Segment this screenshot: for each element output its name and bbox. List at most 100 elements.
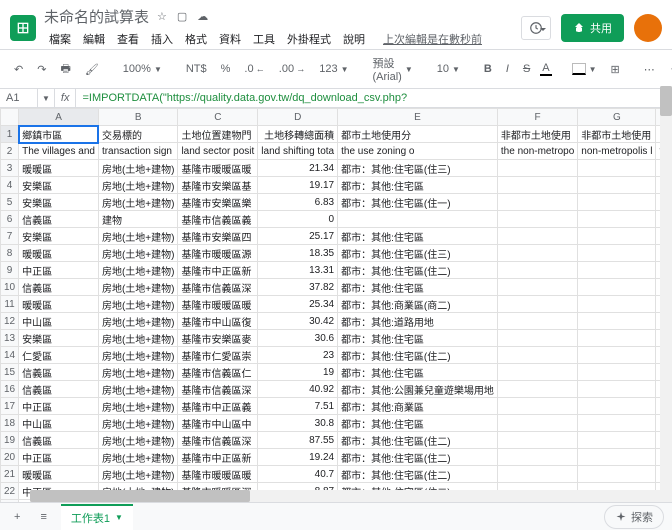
cell[interactable]: 安樂區 (19, 194, 99, 211)
more-toolbar-button[interactable]: ⋯ (640, 61, 659, 78)
cell[interactable]: 6.83 (258, 194, 338, 211)
cell[interactable] (578, 211, 656, 228)
cell[interactable]: 基隆市暖暖區暖 (178, 466, 258, 483)
cell[interactable] (497, 279, 577, 296)
share-button[interactable]: 共用 (561, 14, 624, 42)
row-header[interactable]: 17 (1, 398, 19, 415)
cell[interactable] (578, 381, 656, 398)
cell[interactable]: 40.7 (258, 466, 338, 483)
row-header[interactable]: 11 (1, 296, 19, 313)
currency-button[interactable]: NT$ (182, 61, 211, 77)
cell[interactable]: 中正區 (19, 262, 99, 279)
sheet-tab-menu-icon[interactable]: ▼ (115, 513, 123, 522)
cell[interactable]: 25.17 (258, 228, 338, 245)
cell[interactable]: The villages and (19, 143, 99, 160)
cell[interactable]: 暖暖區 (19, 160, 99, 177)
cell[interactable]: 房地(土地+建物) (98, 330, 178, 347)
row-header[interactable]: 13 (1, 330, 19, 347)
explore-button[interactable]: 探索 (604, 505, 664, 529)
cell[interactable]: 37.82 (258, 279, 338, 296)
font-select[interactable]: 預設 (Arial)▼ (369, 53, 417, 85)
row-header[interactable]: 6 (1, 211, 19, 228)
cell[interactable]: 0 (258, 211, 338, 228)
cell[interactable]: 都市：其他:住宅區 (338, 228, 498, 245)
cell[interactable] (578, 347, 656, 364)
add-sheet-button[interactable]: + (8, 509, 26, 525)
column-header-C[interactable]: C (178, 109, 258, 126)
cell[interactable] (578, 449, 656, 466)
cell[interactable]: 都市：其他:住宅區(住二) (338, 347, 498, 364)
row-header[interactable]: 12 (1, 313, 19, 330)
cell[interactable]: 基隆市信義區深 (178, 381, 258, 398)
borders-button[interactable]: ⊞ (607, 61, 624, 78)
more-formats-button[interactable]: 123▼ (315, 61, 352, 77)
cell[interactable]: 都市：其他:住宅區(住二) (338, 262, 498, 279)
bold-button[interactable]: B (480, 61, 496, 77)
cell[interactable]: 87.55 (258, 432, 338, 449)
cell[interactable] (578, 432, 656, 449)
cell[interactable]: 都市：其他:公園兼兒童遊樂場用地 (338, 381, 498, 398)
cell[interactable]: 仁愛區 (19, 347, 99, 364)
cell[interactable]: 信義區 (19, 279, 99, 296)
cell[interactable] (497, 296, 577, 313)
cell[interactable]: 30.8 (258, 415, 338, 432)
cell[interactable] (497, 466, 577, 483)
sheets-logo[interactable] (10, 15, 36, 41)
menu-data[interactable]: 資料 (214, 29, 246, 49)
cell[interactable]: non-metropolis l (578, 143, 656, 160)
cell[interactable] (497, 194, 577, 211)
cell[interactable]: 都市：其他:住宅區(住二) (338, 432, 498, 449)
cell[interactable]: 基隆市安樂區基 (178, 177, 258, 194)
cell[interactable]: 基隆市中山區中 (178, 415, 258, 432)
cell[interactable] (578, 262, 656, 279)
cell[interactable]: 都市：其他:住宅區(住二) (338, 466, 498, 483)
cell[interactable]: 19.24 (258, 449, 338, 466)
cell[interactable]: 基隆市信義區深 (178, 432, 258, 449)
cell[interactable] (497, 449, 577, 466)
cell[interactable]: 房地(土地+建物) (98, 177, 178, 194)
cloud-icon[interactable]: ☁ (197, 10, 208, 23)
vertical-scrollbar[interactable] (660, 86, 672, 502)
redo-button[interactable]: ↷ (33, 61, 50, 78)
paint-format-button[interactable]: 🖌 (81, 61, 103, 78)
cell[interactable]: 土地位置建物門 (178, 126, 258, 143)
sheet-tab-1[interactable]: 工作表1 ▼ (61, 504, 133, 530)
cell[interactable]: 房地(土地+建物) (98, 415, 178, 432)
cell[interactable]: 非都市土地使用 (578, 126, 656, 143)
menu-addons[interactable]: 外掛程式 (282, 29, 336, 49)
cell[interactable]: 鄉鎮市區 (19, 126, 99, 143)
cell[interactable]: 信義區 (19, 364, 99, 381)
cell[interactable]: the non-metropo (497, 143, 577, 160)
cell[interactable]: 中正區 (19, 398, 99, 415)
cell[interactable]: 都市：其他:道路用地 (338, 313, 498, 330)
menu-edit[interactable]: 編輯 (78, 29, 110, 49)
cell[interactable]: 房地(土地+建物) (98, 313, 178, 330)
cell[interactable] (497, 347, 577, 364)
cell[interactable]: 房地(土地+建物) (98, 432, 178, 449)
strike-button[interactable]: S (519, 61, 534, 77)
cell[interactable]: 19 (258, 364, 338, 381)
cell[interactable]: 交易標的 (98, 126, 178, 143)
row-header[interactable]: 14 (1, 347, 19, 364)
cell[interactable]: 非都市土地使用 (497, 126, 577, 143)
cell[interactable] (497, 398, 577, 415)
name-box-dropdown[interactable]: ▼ (38, 89, 55, 107)
row-header[interactable]: 9 (1, 262, 19, 279)
cell[interactable] (578, 279, 656, 296)
last-edit-link[interactable]: 上次編輯是在數秒前 (378, 29, 487, 49)
cell[interactable]: 基隆市信義區義 (178, 211, 258, 228)
cell[interactable] (578, 194, 656, 211)
cell[interactable]: 中正區 (19, 449, 99, 466)
menu-view[interactable]: 查看 (112, 29, 144, 49)
cell[interactable]: 基隆市暖暖區源 (178, 245, 258, 262)
cell[interactable]: 基隆市信義區仁 (178, 364, 258, 381)
row-header[interactable]: 3 (1, 160, 19, 177)
cell[interactable]: 建物 (98, 211, 178, 228)
avatar[interactable] (634, 14, 662, 42)
cell[interactable] (497, 177, 577, 194)
cell[interactable] (338, 211, 498, 228)
cell[interactable]: 中山區 (19, 415, 99, 432)
cell[interactable]: 房地(土地+建物) (98, 245, 178, 262)
cell[interactable]: 基隆市中正區義 (178, 398, 258, 415)
cell[interactable]: 都市：其他:住宅區 (338, 330, 498, 347)
